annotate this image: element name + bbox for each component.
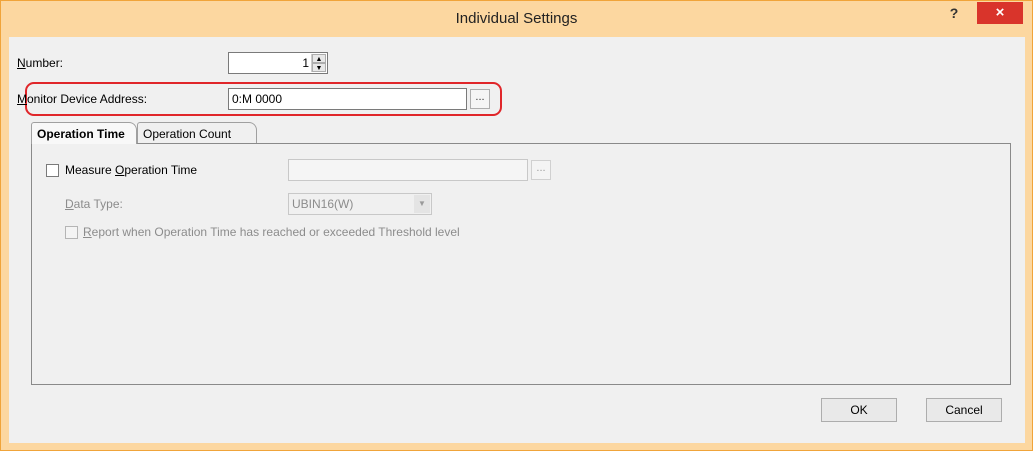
number-spinbox[interactable]: 1 ▲ ▼ <box>228 52 328 74</box>
dialog-title: Individual Settings <box>455 10 578 27</box>
spin-up-icon[interactable]: ▲ <box>312 54 326 63</box>
tab-operation-count-label: Operation Count <box>143 127 232 141</box>
data-type-value: UBIN16(W) <box>292 197 354 211</box>
spin-down-icon[interactable]: ▼ <box>312 63 326 72</box>
chevron-down-icon: ▼ <box>414 195 430 213</box>
monitor-address-browse-button[interactable]: ... <box>470 89 490 109</box>
number-label: Number: <box>17 56 64 70</box>
data-type-label: Data Type: <box>65 197 123 211</box>
ok-button[interactable]: OK <box>821 398 897 422</box>
report-threshold-label: Report when Operation Time has reached o… <box>83 225 460 239</box>
measure-operation-time-label: Measure Operation Time <box>65 163 198 177</box>
title-bar: Individual Settings ? × <box>1 1 1032 37</box>
monitor-address-input[interactable]: 0:M 0000 <box>228 88 467 110</box>
spin-arrows: ▲ ▼ <box>311 54 326 72</box>
data-type-select[interactable]: UBIN16(W) ▼ <box>288 193 432 215</box>
operation-time-browse-button[interactable]: ... <box>531 160 551 180</box>
measure-operation-time-checkbox[interactable] <box>46 164 59 177</box>
monitor-address-value: 0:M 0000 <box>232 92 283 106</box>
tab-operation-time[interactable]: Operation Time <box>31 122 137 144</box>
tab-operation-time-label: Operation Time <box>37 127 125 141</box>
operation-time-panel: Measure Operation Time ... Data Type: UB… <box>31 143 1011 385</box>
tab-operation-count[interactable]: Operation Count <box>137 122 257 144</box>
cancel-button[interactable]: Cancel <box>926 398 1002 422</box>
dialog-content: Number: 1 ▲ ▼ Monitor Device Address: 0:… <box>9 37 1025 443</box>
report-threshold-checkbox[interactable] <box>65 226 78 239</box>
close-button[interactable]: × <box>977 2 1023 24</box>
number-value: 1 <box>302 56 309 70</box>
dialog-window: Individual Settings ? × Number: 1 ▲ ▼ Mo… <box>0 0 1033 451</box>
operation-time-address-input[interactable] <box>288 159 528 181</box>
help-button[interactable]: ? <box>942 3 966 23</box>
monitor-address-label: Monitor Device Address: <box>17 92 148 106</box>
